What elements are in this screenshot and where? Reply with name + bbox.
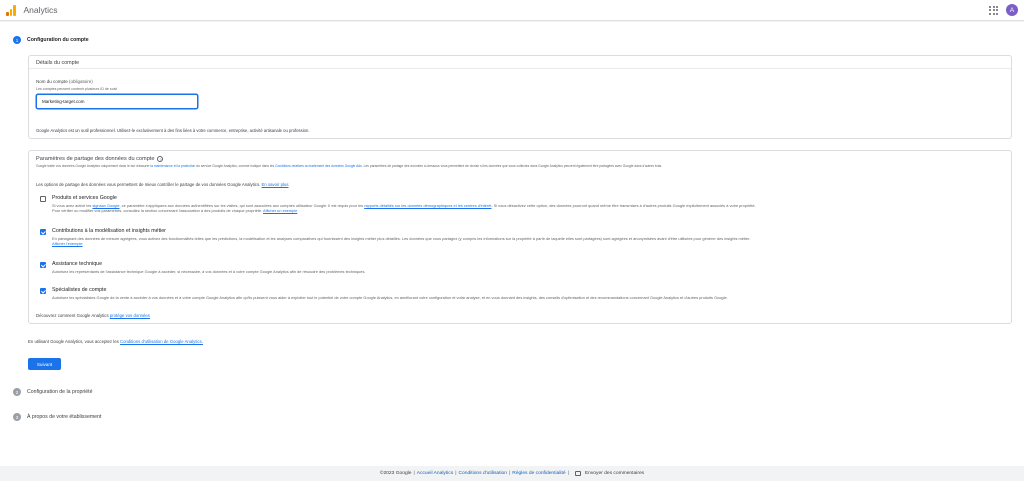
step-account-setup[interactable]: 1 Configuration du compte <box>13 36 89 44</box>
account-name-input[interactable] <box>36 94 198 109</box>
data-protection-link[interactable]: protège vos données <box>110 313 150 318</box>
google-products-checkbox[interactable] <box>40 196 46 202</box>
analytics-logo-icon[interactable] <box>6 4 16 16</box>
help-circle-icon[interactable]: ? <box>157 156 164 162</box>
account-details-card: Détails du compte Nom du compte (obligat… <box>28 55 1012 139</box>
step-label: Configuration du compte <box>27 37 89 43</box>
show-example-link[interactable]: Afficher l'exemple <box>52 241 83 246</box>
option-title: Assistance technique <box>52 261 103 267</box>
maintenance-protection-link[interactable]: la maintenance et la protection <box>150 164 195 168</box>
option-description: Autorisez les spécialistes Google de la … <box>52 295 728 300</box>
step-property-setup[interactable]: 2 Configuration de la propriété <box>13 388 92 396</box>
terms-link[interactable]: Conditions d'utilisation <box>458 471 507 476</box>
step-label: À propos de votre établissement <box>27 414 102 420</box>
data-sharing-intro: Les options de partage des données vous … <box>36 182 289 187</box>
analytics-home-link[interactable]: Accueil Analytics <box>417 471 453 476</box>
terms-acceptance: En utilisant Google Analytics, vous acce… <box>28 339 203 344</box>
option-description: En partageant des données de mesure agré… <box>52 236 751 247</box>
account-details-heading: Détails du compte <box>29 56 1011 69</box>
learn-more-link[interactable]: En savoir plus <box>262 182 289 187</box>
data-sharing-description: Google traite vos données Google Analyti… <box>36 164 663 168</box>
copyright-text: ©2023 Google <box>379 471 412 476</box>
account-name-hint: Les comptes peuvent contenir plusieurs I… <box>36 87 118 91</box>
option-title: Spécialistes de compte <box>52 287 107 293</box>
modeling-insights-checkbox[interactable] <box>40 229 46 235</box>
account-specialists-checkbox[interactable] <box>40 288 46 294</box>
main-content: 1 Configuration du compte Détails du com… <box>0 22 1024 466</box>
app-title: Analytics <box>23 5 58 15</box>
feedback-icon <box>574 471 581 476</box>
page-footer: ©2023 Google | Accueil Analytics | Condi… <box>0 466 1024 481</box>
account-name-label: Nom du compte (obligatoire) <box>36 79 93 84</box>
option-title: Produits et services Google <box>52 195 117 201</box>
data-sharing-title: Paramètres de partage des données du com… <box>36 156 164 162</box>
privacy-policy-link[interactable]: Règles de confidentialité <box>512 471 565 476</box>
terms-of-service-link[interactable]: Conditions d'utilisation de Google Analy… <box>120 339 203 344</box>
top-app-bar: Analytics A <box>0 0 1024 21</box>
account-usage-note: Google Analytics est un outil profession… <box>36 128 310 133</box>
send-feedback-link[interactable]: Envoyer des commentaires <box>585 471 644 476</box>
technical-support-checkbox[interactable] <box>40 262 46 268</box>
step-number-badge: 1 <box>13 36 21 44</box>
step-business-info[interactable]: 3 À propos de votre établissement <box>13 413 101 421</box>
option-description: Si vous avez activé les signaux Google, … <box>52 203 756 214</box>
avatar[interactable]: A <box>1006 4 1018 16</box>
data-protection-note: Découvrez comment Google Analytics protè… <box>36 313 150 318</box>
show-example-link[interactable]: Afficher un exemple <box>263 208 297 213</box>
step-label: Configuration de la propriété <box>27 389 93 395</box>
data-sharing-card: Paramètres de partage des données du com… <box>28 150 1012 324</box>
data-processing-terms-link[interactable]: Conditions relatives au traitement des d… <box>275 164 362 168</box>
google-signals-link[interactable]: signaux Google <box>92 203 119 208</box>
option-title: Contributions à la modélisation et insig… <box>52 228 166 234</box>
next-button[interactable]: Suivant <box>28 358 61 370</box>
step-number-badge: 2 <box>13 388 21 396</box>
step-number-badge: 3 <box>13 413 21 421</box>
apps-grid-icon[interactable] <box>989 5 998 15</box>
option-description: Autorisez les représentants de l'assista… <box>52 269 366 274</box>
demographics-reports-link[interactable]: rapports détaillés sur les données démog… <box>364 203 491 208</box>
